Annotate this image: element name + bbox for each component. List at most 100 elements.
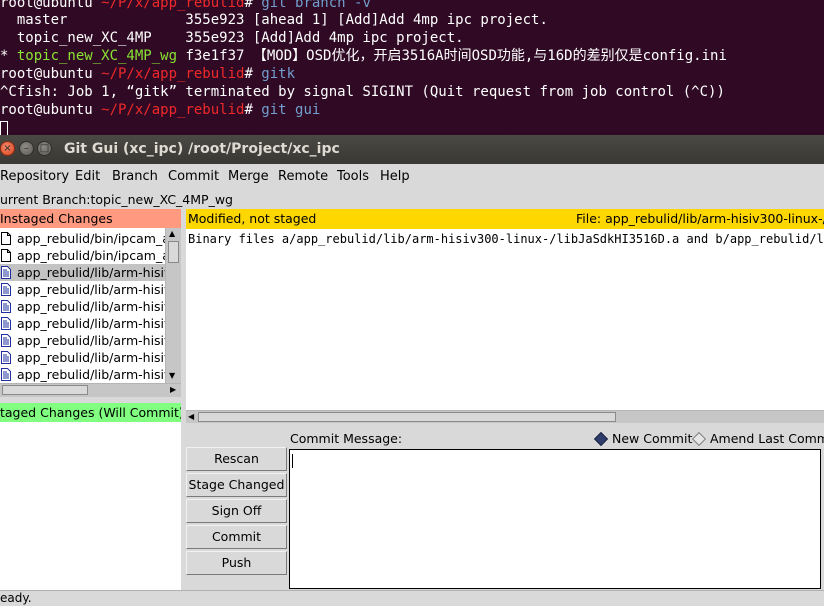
terminal-line: * topic_new_XC_4MP_wg f3e1f37 【MOD】OSD优化… — [0, 47, 727, 65]
unstaged-file-list[interactable]: app_rebulid/bin/ipcam_a app_rebulid/bin/… — [0, 228, 165, 383]
staged-changes-header: taged Changes (Will Commit) — [0, 403, 181, 422]
unstaged-vertical-scrollbar[interactable]: ▲ ▼ — [165, 228, 181, 383]
unstaged-file-name: app_rebulid/lib/arm-hisiv — [17, 367, 165, 382]
unstaged-file-row[interactable]: app_rebulid/lib/arm-hisiv — [0, 281, 165, 298]
menu-edit[interactable]: Edit — [75, 164, 100, 190]
unstaged-horizontal-scroll-thumb[interactable] — [2, 385, 88, 395]
sign-off-button[interactable]: Sign Off — [186, 499, 287, 523]
unstaged-file-row[interactable]: app_rebulid/bin/ipcam_a — [0, 247, 165, 264]
branch-name: topic_new_XC_4MP_wg — [16, 48, 178, 64]
file-plain-icon — [1, 249, 11, 262]
command: git gui — [261, 102, 321, 118]
unstaged-file-row[interactable]: app_rebulid/bin/ipcam_a — [0, 230, 165, 247]
terminal-line: topic_new_XC_4MP 355e923 [Add]Add 4mp ip… — [0, 30, 464, 46]
terminal-line: root@ubuntu ~/P/x/app_rebulid# git gui — [0, 101, 320, 119]
window-title: Git Gui (xc_ipc) /root/Project/xc_ipc — [64, 141, 340, 157]
prompt-user: root@ubuntu — [0, 102, 93, 118]
amend-last-commit-label[interactable]: Amend Last Comm — [710, 432, 824, 446]
command: git branch -v — [261, 0, 371, 11]
diff-text: Binary files a/app_rebulid/lib/arm-hisiv… — [188, 232, 824, 246]
unstaged-file-name: app_rebulid/lib/arm-hisiv — [17, 265, 165, 280]
menu-branch[interactable]: Branch — [112, 164, 158, 190]
commit-message-input[interactable] — [289, 449, 821, 589]
unstaged-changes-header: Instaged Changes — [0, 209, 181, 228]
menu-commit[interactable]: Commit — [168, 164, 219, 190]
file-plain-icon — [1, 232, 11, 245]
menu-remote[interactable]: Remote — [278, 164, 328, 190]
file-modified-icon — [1, 334, 11, 347]
stage-changed-button[interactable]: Stage Changed — [186, 473, 287, 497]
rescan-button[interactable]: Rescan — [186, 447, 287, 471]
push-button[interactable]: Push — [186, 551, 287, 575]
maximize-icon: □ — [39, 143, 50, 154]
status-bar: eady. — [0, 590, 824, 606]
window-titlebar[interactable]: × – □ Git Gui (xc_ipc) /root/Project/xc_… — [0, 135, 824, 164]
prompt-path: ~/P/x/app_rebulid — [92, 66, 245, 82]
current-branch-label: urrent Branch: — [0, 192, 91, 207]
unstaged-file-row[interactable]: app_rebulid/lib/arm-hisiv — [0, 366, 165, 383]
current-branch-value: topic_new_XC_4MP_wg — [90, 192, 233, 207]
unstaged-file-row-selected[interactable]: app_rebulid/lib/arm-hisiv — [0, 264, 165, 281]
terminal: root@ubuntu ~/P/x/app_rebulid# git branc… — [0, 0, 824, 135]
staged-file-list[interactable] — [0, 422, 181, 590]
menu-merge[interactable]: Merge — [228, 164, 269, 190]
scroll-down-icon[interactable]: ▼ — [169, 371, 175, 381]
terminal-cursor — [0, 120, 8, 135]
unstaged-file-name: app_rebulid/lib/arm-hisiv — [17, 282, 165, 297]
file-modified-icon — [1, 300, 11, 313]
maximize-button[interactable]: □ — [37, 141, 52, 156]
scroll-left-icon[interactable]: ◀ — [188, 412, 194, 422]
unstaged-file-name: app_rebulid/bin/ipcam_a — [17, 248, 165, 263]
close-icon: × — [3, 143, 12, 154]
terminal-line[interactable] — [0, 119, 8, 135]
file-modified-icon — [1, 368, 11, 381]
unstaged-horizontal-scrollbar[interactable]: ▶ — [0, 383, 181, 397]
close-button[interactable]: × — [0, 141, 15, 156]
scroll-right-icon[interactable]: ▶ — [170, 385, 176, 395]
prompt-path: ~/P/x/app_rebulid — [92, 102, 245, 118]
prompt-symbol: # — [244, 102, 262, 118]
unstaged-file-name: app_rebulid/lib/arm-hisiv — [17, 333, 165, 348]
new-commit-label[interactable]: New Commit — [612, 432, 692, 446]
menubar: Repository Edit Branch Commit Merge Remo… — [0, 164, 824, 190]
current-branch: urrent Branch:topic_new_XC_4MP_wg — [0, 191, 233, 209]
file-modified-icon — [1, 351, 11, 364]
terminal-line: root@ubuntu ~/P/x/app_rebulid# gitk — [0, 65, 295, 83]
unstaged-file-row[interactable]: app_rebulid/lib/arm-hisiv — [0, 349, 165, 366]
unstaged-file-name: app_rebulid/lib/arm-hisiv — [17, 316, 165, 331]
diff-view[interactable]: Binary files a/app_rebulid/lib/arm-hisiv… — [186, 229, 824, 410]
branch-info: f3e1f37 【MOD】OSD优化，开启3516A时间OSD功能,与16D的差… — [177, 48, 727, 64]
commit-message-label: Commit Message: — [290, 431, 403, 446]
file-modified-icon — [1, 266, 11, 279]
minimize-button[interactable]: – — [19, 141, 34, 156]
scroll-up-icon[interactable]: ▲ — [169, 229, 175, 239]
prompt-user: root@ubuntu — [0, 0, 93, 11]
unstaged-file-row[interactable]: app_rebulid/lib/arm-hisiv — [0, 332, 165, 349]
prompt-symbol: # — [244, 66, 262, 82]
unstaged-file-name: app_rebulid/lib/arm-hisiv — [17, 299, 165, 314]
new-commit-radio[interactable] — [593, 431, 609, 447]
unstaged-file-name: app_rebulid/lib/arm-hisiv — [17, 350, 165, 365]
diff-horizontal-scrollbar[interactable]: ◀ — [186, 410, 824, 423]
prompt-path: ~/P/x/app_rebulid — [92, 0, 245, 11]
menu-repository[interactable]: Repository — [0, 164, 69, 190]
terminal-line: ^Cfish: Job 1, “gitk” terminated by sign… — [0, 84, 725, 100]
diff-file-path: File: app_rebulid/lib/arm-hisiv300-linux… — [576, 211, 824, 226]
command: gitk — [261, 66, 296, 82]
unstaged-file-name: app_rebulid/bin/ipcam_a — [17, 231, 165, 246]
unstaged-vertical-scroll-thumb[interactable] — [168, 241, 179, 263]
file-modified-icon — [1, 317, 11, 330]
unstaged-file-row[interactable]: app_rebulid/lib/arm-hisiv — [0, 298, 165, 315]
commit-button[interactable]: Commit — [186, 525, 287, 549]
file-modified-icon — [1, 283, 11, 296]
unstaged-file-row[interactable]: app_rebulid/lib/arm-hisiv — [0, 315, 165, 332]
prompt-user: root@ubuntu — [0, 66, 93, 82]
menu-help[interactable]: Help — [380, 164, 410, 190]
text-cursor — [292, 454, 293, 468]
minimize-icon: – — [24, 143, 29, 154]
terminal-line: master 355e923 [ahead 1] [Add]Add 4mp ip… — [0, 12, 548, 28]
diff-horizontal-scroll-thumb[interactable] — [198, 412, 616, 422]
amend-last-commit-radio[interactable] — [691, 431, 707, 447]
diff-status: Modified, not staged — [188, 211, 317, 226]
menu-tools[interactable]: Tools — [337, 164, 369, 190]
